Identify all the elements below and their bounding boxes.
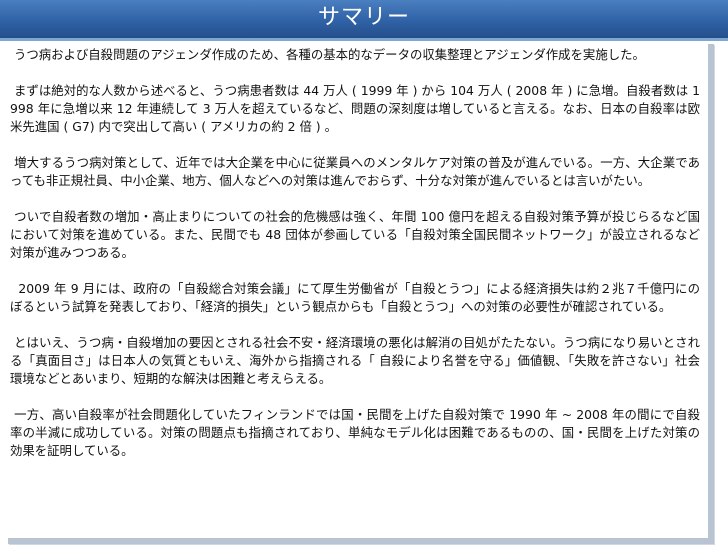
paragraph-1: うつ病および自殺問題のアジェンダ作成のため、各種の基本的なデータの収集整理とアジ… (10, 47, 645, 62)
paragraph-6: とはいえ、うつ病・自殺増加の要因とされる社会不安・経済環境の悪化は解消の目処がた… (10, 335, 700, 386)
paragraph-3: 増大するうつ病対策として、近年では大企業を中心に従業員へのメンタルケア対策の普及… (10, 155, 700, 188)
title-underline (0, 38, 728, 41)
slide-title: サマリー (317, 5, 410, 30)
paragraph-5: 2009 年 9 月には、政府の「自殺総合対策会議」にて厚生労働省が「自殺とうつ… (10, 281, 700, 314)
body-text: うつ病および自殺問題のアジェンダ作成のため、各種の基本的なデータの収集整理とアジ… (10, 46, 700, 478)
content-box: うつ病および自殺問題のアジェンダ作成のため、各種の基本的なデータの収集整理とアジ… (8, 44, 714, 544)
paragraph-2: まずは絶対的な人数から述べると、うつ病患者数は 44 万人 ( 1999 年 )… (10, 83, 700, 134)
paragraph-7: 一方、高い自殺率が社会問題化していたフィンランドでは国・民間を上げた自殺対策で … (10, 407, 700, 458)
title-bar: サマリー (0, 0, 728, 38)
slide: サマリー うつ病および自殺問題のアジェンダ作成のため、各種の基本的なデータの収集… (0, 0, 728, 546)
paragraph-4: ついで自殺者数の増加・高止まりについての社会的危機感は強く、年間 100 億円を… (10, 209, 700, 260)
